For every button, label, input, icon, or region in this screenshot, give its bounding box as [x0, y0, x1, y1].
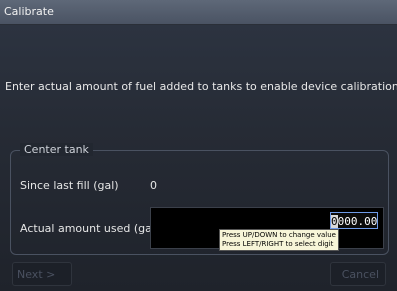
instruction-text: Enter actual amount of fuel added to tan… — [5, 80, 397, 93]
actual-amount-input[interactable]: 0000.00 — [330, 212, 378, 229]
title-bar: Calibrate — [0, 0, 397, 25]
tooltip-line-leftright: Press LEFT/RIGHT to select digit — [222, 240, 334, 248]
input-help-tooltip: Press UP/DOWN to change value Press LEFT… — [219, 229, 339, 251]
next-button[interactable]: Next > — [12, 262, 72, 286]
cancel-button[interactable]: Cancel — [330, 262, 386, 286]
center-tank-legend: Center tank — [20, 143, 93, 156]
since-last-fill-label: Since last fill (gal) — [20, 179, 119, 192]
window-title: Calibrate — [4, 5, 54, 18]
remaining-digits: 000.00 — [337, 215, 378, 228]
since-last-fill-value: 0 — [150, 179, 157, 192]
selected-digit[interactable]: 0 — [331, 215, 338, 228]
tooltip-line-updown: Press UP/DOWN to change value — [222, 231, 336, 239]
actual-amount-used-label: Actual amount used (gal) — [20, 222, 160, 235]
